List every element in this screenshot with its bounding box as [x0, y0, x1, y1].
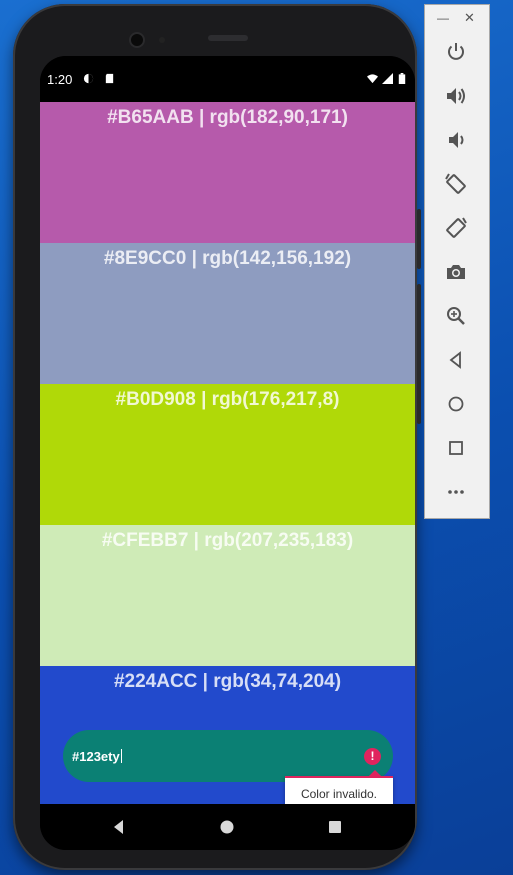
- navigation-bar: [40, 804, 415, 850]
- recents-icon[interactable]: [326, 818, 344, 836]
- text-cursor: [120, 749, 122, 763]
- error-icon[interactable]: !: [364, 748, 381, 765]
- color-list: #B65AAB | rgb(182,90,171) #8E9CC0 | rgb(…: [40, 102, 415, 804]
- back-icon[interactable]: [110, 818, 128, 836]
- status-time: 1:20: [47, 72, 73, 87]
- earpiece-speaker: [208, 35, 248, 41]
- signal-icon: [382, 73, 393, 84]
- volume-down-icon[interactable]: [443, 127, 469, 153]
- swatch-label: #8E9CC0 | rgb(142,156,192): [103, 248, 352, 269]
- swatch-label: #B0D908 | rgb(176,217,8): [115, 389, 340, 410]
- status-bar: 1:20: [40, 56, 415, 102]
- color-input-value[interactable]: #123ety: [72, 749, 122, 764]
- color-input-field[interactable]: #123ety !: [63, 730, 393, 782]
- overview-icon[interactable]: [443, 435, 469, 461]
- color-swatch: #CFEBB7 | rgb(207,235,183): [40, 525, 415, 666]
- color-swatch: #B65AAB | rgb(182,90,171): [40, 102, 415, 243]
- battery-icon: [398, 73, 406, 84]
- notification-icon: [83, 73, 94, 84]
- emulator-toolbar: — ✕: [424, 4, 490, 519]
- back-icon[interactable]: [443, 347, 469, 373]
- tooltip-arrow: [369, 770, 381, 776]
- color-swatch: #8E9CC0 | rgb(142,156,192): [40, 243, 415, 384]
- toolbar-title-bar: — ✕: [425, 5, 489, 31]
- color-swatch: #B0D908 | rgb(176,217,8): [40, 384, 415, 525]
- volume-rocker: [417, 284, 421, 424]
- swatch-label: #B65AAB | rgb(182,90,171): [107, 107, 348, 128]
- proximity-sensor: [159, 37, 165, 43]
- camera-icon[interactable]: [443, 259, 469, 285]
- phone-frame: 1:20 #B65AAB | rgb(182,90,171) #8E9CC0 |…: [13, 4, 421, 870]
- home-icon[interactable]: [218, 818, 236, 836]
- power-icon[interactable]: [443, 39, 469, 65]
- wifi-icon: [367, 74, 378, 84]
- side-button: [417, 209, 421, 269]
- volume-up-icon[interactable]: [443, 83, 469, 109]
- home-icon[interactable]: [443, 391, 469, 417]
- rotate-left-icon[interactable]: [443, 171, 469, 197]
- device-screen: 1:20 #B65AAB | rgb(182,90,171) #8E9CC0 |…: [40, 56, 415, 850]
- zoom-icon[interactable]: [443, 303, 469, 329]
- more-icon[interactable]: [443, 479, 469, 505]
- front-camera-icon: [131, 34, 143, 46]
- error-message: Color invalido.: [300, 787, 378, 801]
- sd-card-icon: [105, 73, 114, 84]
- minimize-icon[interactable]: —: [437, 11, 449, 25]
- swatch-label: #224ACC | rgb(34,74,204): [113, 671, 342, 692]
- close-icon[interactable]: ✕: [464, 10, 475, 26]
- rotate-right-icon[interactable]: [443, 215, 469, 241]
- swatch-label: #CFEBB7 | rgb(207,235,183): [101, 530, 354, 551]
